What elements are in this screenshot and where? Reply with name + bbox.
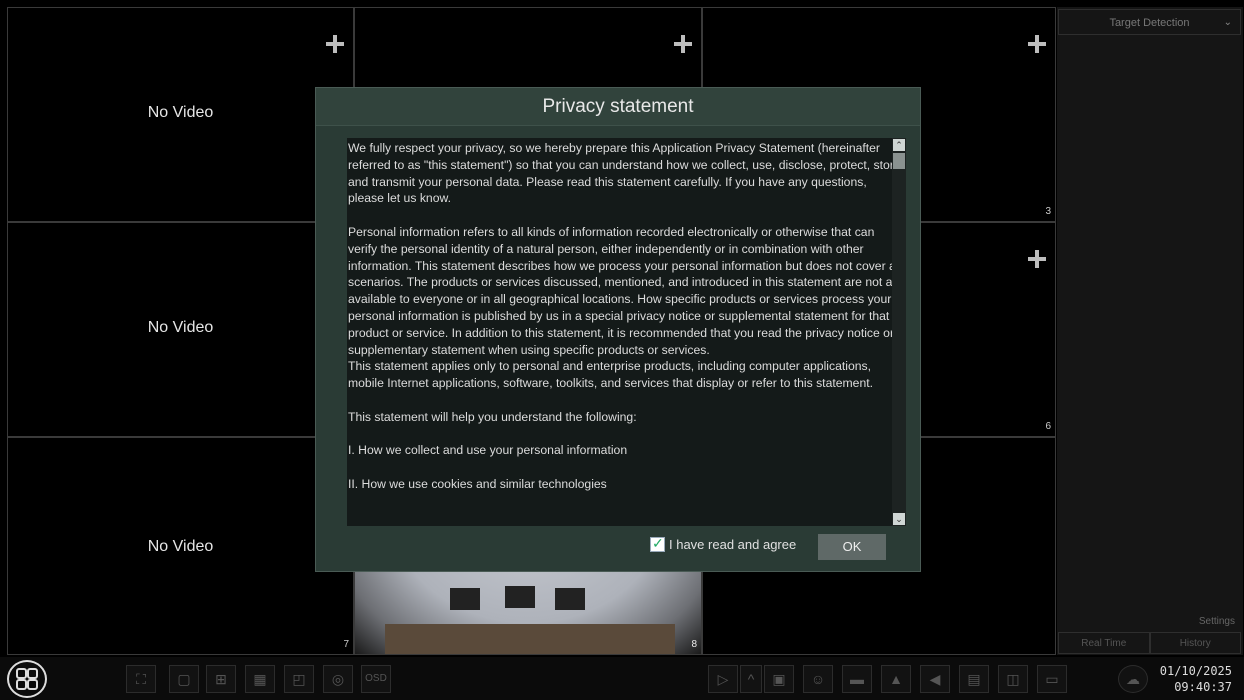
video-cell-4[interactable]: No Video bbox=[7, 222, 354, 437]
no-video-label: No Video bbox=[147, 319, 214, 336]
video-cell-7[interactable]: No Video 7 bbox=[7, 437, 354, 655]
add-camera-icon[interactable] bbox=[323, 32, 347, 56]
osd-button[interactable]: OSD bbox=[361, 665, 391, 693]
agree-checkbox[interactable] bbox=[650, 535, 665, 552]
scroll-up-icon[interactable]: ⌃ bbox=[893, 139, 905, 151]
add-camera-icon[interactable] bbox=[1025, 32, 1049, 56]
privacy-paragraph: This statement will help you understand … bbox=[348, 409, 637, 424]
side-panel: Target Detection ⌄ Settings Real Time Hi… bbox=[1057, 7, 1243, 655]
dialog-title: Privacy statement bbox=[316, 88, 920, 126]
chevron-up-icon[interactable]: ^ bbox=[740, 665, 762, 693]
snapshot-icon[interactable]: ▤ bbox=[959, 665, 989, 693]
record-icon[interactable]: ▬ bbox=[842, 665, 872, 693]
detection-type-dropdown[interactable]: Target Detection ⌄ bbox=[1058, 9, 1241, 35]
camera-icon[interactable]: ▣ bbox=[764, 665, 794, 693]
video-cell-1[interactable]: No Video bbox=[7, 7, 354, 222]
privacy-paragraph: Personal information refers to all kinds… bbox=[348, 224, 902, 357]
cell-number: 8 bbox=[691, 639, 697, 650]
privacy-paragraph: II. How we use cookies and similar techn… bbox=[348, 476, 607, 491]
tab-history[interactable]: History bbox=[1149, 632, 1241, 654]
scroll-thumb[interactable] bbox=[893, 153, 905, 169]
agree-label[interactable]: I have read and agree bbox=[669, 537, 796, 552]
fullscreen-icon[interactable]: ⛶ bbox=[126, 665, 156, 693]
lock-icon[interactable]: ▲ bbox=[881, 665, 911, 693]
chevron-down-icon: ⌄ bbox=[1223, 17, 1232, 28]
privacy-paragraph: We fully respect your privacy, so we her… bbox=[348, 141, 905, 206]
ok-button[interactable]: OK bbox=[818, 534, 886, 560]
layout-4-icon[interactable]: ⊞ bbox=[206, 665, 236, 693]
dropdown-value: Target Detection bbox=[1109, 17, 1190, 29]
privacy-dialog: Privacy statement We fully respect your … bbox=[315, 87, 921, 572]
cell-number: 6 bbox=[1045, 421, 1051, 432]
cloud-upload-icon[interactable]: ☁ bbox=[1118, 665, 1148, 693]
privacy-paragraph: This statement applies only to personal … bbox=[348, 359, 873, 391]
layout-1-icon[interactable]: ▢ bbox=[169, 665, 199, 693]
clock: 01/10/2025 09:40:37 bbox=[1160, 663, 1232, 695]
cell-number: 7 bbox=[343, 639, 349, 650]
scroll-down-icon[interactable]: ⌄ bbox=[893, 513, 905, 525]
tab-real-time[interactable]: Real Time bbox=[1058, 632, 1150, 654]
no-video-label: No Video bbox=[147, 104, 214, 121]
no-video-label: No Video bbox=[147, 538, 214, 555]
add-camera-icon[interactable] bbox=[671, 32, 695, 56]
privacy-text-area[interactable]: We fully respect your privacy, so we her… bbox=[347, 138, 906, 526]
sequence-icon[interactable]: ◎ bbox=[323, 665, 353, 693]
scrollbar[interactable]: ⌃ ⌄ bbox=[892, 138, 906, 526]
face-icon[interactable]: ☺ bbox=[803, 665, 833, 693]
agree-row: I have read and agree bbox=[650, 535, 796, 552]
privacy-text: We fully respect your privacy, so we her… bbox=[348, 140, 905, 493]
clock-time: 09:40:37 bbox=[1174, 680, 1232, 694]
layout-custom-icon[interactable]: ◰ bbox=[284, 665, 314, 693]
layout-9-icon[interactable]: ▦ bbox=[245, 665, 275, 693]
display-icon[interactable]: ◫ bbox=[998, 665, 1028, 693]
monitor-icon[interactable]: ▭ bbox=[1037, 665, 1067, 693]
privacy-paragraph: I. How we collect and use your personal … bbox=[348, 443, 628, 458]
playback-icon[interactable]: ▷ bbox=[708, 665, 738, 693]
cell-number: 3 bbox=[1045, 206, 1051, 217]
start-menu-button[interactable] bbox=[7, 660, 47, 698]
grid-icon bbox=[16, 668, 38, 690]
clock-date: 01/10/2025 bbox=[1159, 664, 1232, 678]
speaker-icon[interactable]: ◀ bbox=[920, 665, 950, 693]
panel-tabs: Real Time History bbox=[1058, 632, 1241, 654]
taskbar: ⛶ ▢ ⊞ ▦ ◰ ◎ OSD ▷ ^ ▣ ☺ ▬ ▲ ◀ ▤ ◫ ▭ ☁ 01… bbox=[0, 657, 1244, 700]
settings-link[interactable]: Settings bbox=[1199, 616, 1235, 627]
add-camera-icon[interactable] bbox=[1025, 247, 1049, 271]
